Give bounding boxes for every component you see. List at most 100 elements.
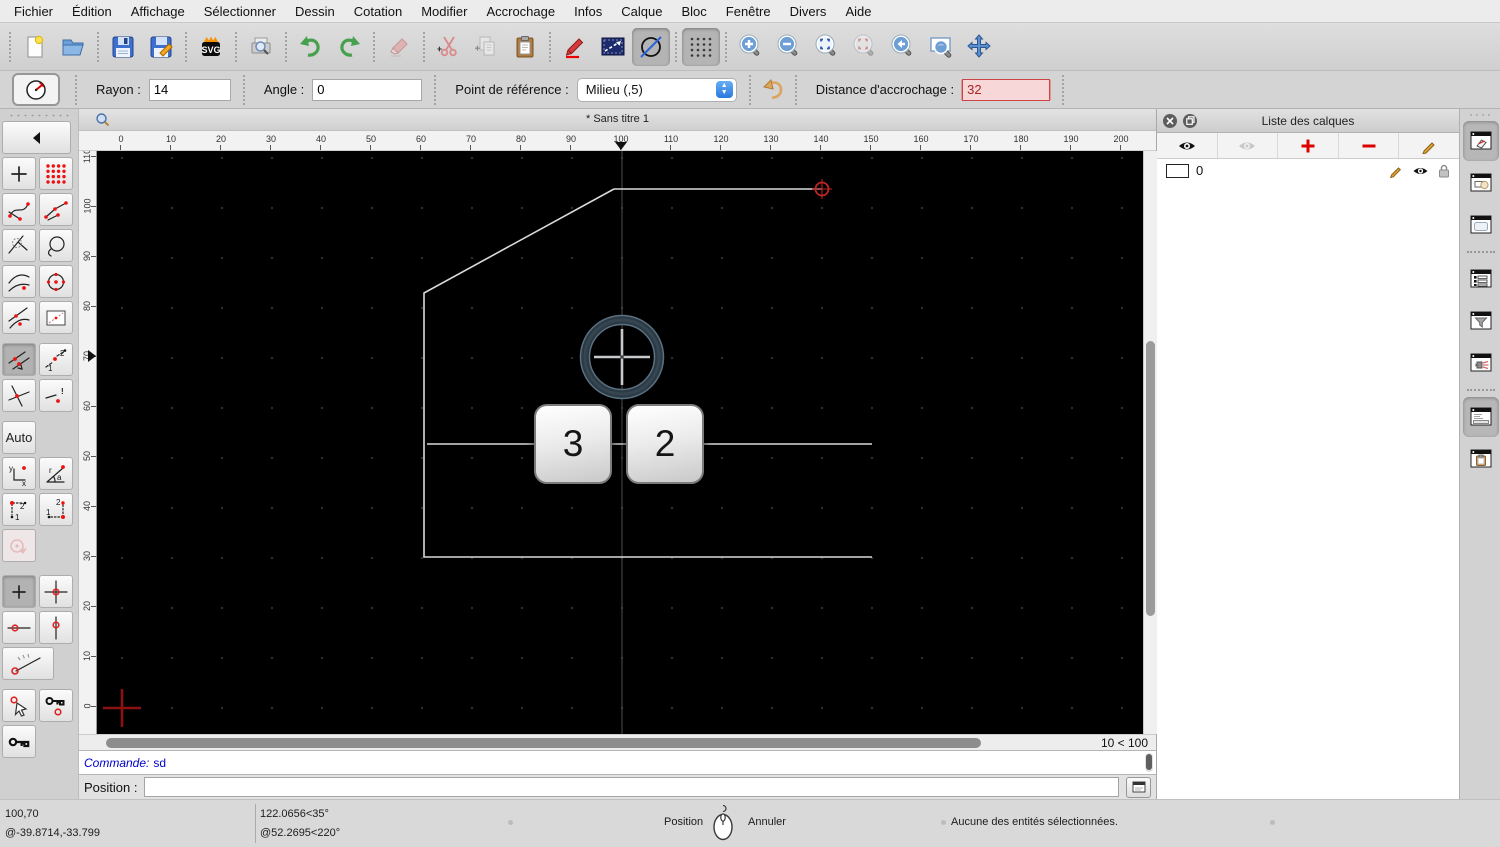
count-badge-3[interactable]: 3	[534, 404, 612, 485]
clipboard-palette-button[interactable]	[1463, 439, 1499, 479]
save-as-button[interactable]	[142, 28, 180, 66]
redo-button[interactable]	[330, 28, 368, 66]
view-light-palette-button[interactable]	[1463, 343, 1499, 383]
layer-color-swatch[interactable]	[1166, 163, 1189, 178]
menu-item[interactable]: Infos	[574, 4, 602, 19]
layers-palette-button[interactable]	[1463, 121, 1499, 161]
pencil-icon[interactable]	[1389, 164, 1403, 178]
collapse-palette-button[interactable]	[2, 121, 71, 154]
blocks-palette-button[interactable]	[1463, 163, 1499, 203]
rayon-input[interactable]	[148, 78, 231, 101]
circle-quadrant-snap-tool[interactable]	[39, 265, 73, 298]
print-preview-button[interactable]	[242, 28, 280, 66]
detach-panel-button[interactable]	[1183, 113, 1197, 128]
filter-palette-button[interactable]	[1463, 301, 1499, 341]
reference-rectangle-tool[interactable]	[39, 301, 73, 334]
perpendicular-snap-tool[interactable]: !	[39, 379, 73, 412]
menu-item[interactable]: Aide	[845, 4, 871, 19]
zoom-out-button[interactable]	[770, 28, 808, 66]
dock-drag-handle[interactable]	[1468, 113, 1494, 117]
grid-points-tool[interactable]	[39, 157, 73, 190]
pan-button[interactable]	[960, 28, 998, 66]
open-file-button[interactable]	[54, 28, 92, 66]
edit-layer-button[interactable]	[1399, 133, 1459, 158]
menu-item[interactable]: Divers	[790, 4, 827, 19]
menu-item[interactable]: Sélectionner	[204, 4, 276, 19]
position-options-button[interactable]	[1126, 776, 1151, 798]
horizontal-scrollbar[interactable]	[79, 735, 1076, 750]
menu-item[interactable]: Modifier	[421, 4, 467, 19]
grid-toggle-button[interactable]	[682, 27, 720, 66]
add-layer-button[interactable]	[1278, 133, 1339, 158]
list-palette-button[interactable]	[1463, 259, 1499, 299]
horizontal-scrollbar-thumb[interactable]	[106, 738, 981, 749]
polar-coords-tool[interactable]: ra	[39, 457, 73, 490]
two-point-reference-tool[interactable]: 12	[39, 343, 73, 376]
copy-button[interactable]	[468, 28, 506, 66]
vertical-scrollbar-thumb[interactable]	[1146, 341, 1155, 617]
reference-point-select[interactable]: Milieu (,5) ▲ ▼	[576, 77, 737, 102]
eye-icon[interactable]	[1412, 165, 1429, 177]
hide-all-layers-button[interactable]	[1218, 133, 1279, 158]
intersection-snap-tool[interactable]	[2, 379, 36, 412]
menu-item[interactable]: Fenêtre	[726, 4, 771, 19]
freehand-select-tool[interactable]	[39, 229, 73, 262]
lock-tool[interactable]	[2, 725, 36, 758]
command-bar[interactable]: Commande: sd	[79, 750, 1156, 776]
snap-distance-input[interactable]	[962, 78, 1051, 101]
save-button[interactable]	[104, 28, 142, 66]
parallel-point-tool[interactable]	[2, 343, 36, 376]
zoom-in-button[interactable]	[732, 28, 770, 66]
rotation-tool-disabled[interactable]	[2, 529, 36, 562]
menu-item[interactable]: Cotation	[354, 4, 402, 19]
angle-input[interactable]	[312, 78, 423, 101]
nearest-point-snap-tool[interactable]	[2, 301, 36, 334]
command-window-button[interactable]	[1463, 397, 1499, 437]
magnifier-icon[interactable]	[95, 112, 110, 127]
draw-pencil-button[interactable]	[556, 28, 594, 66]
vertical-snap-tool[interactable]	[39, 611, 73, 644]
drawing-canvas[interactable]: 3 2	[97, 151, 1143, 735]
command-scrollbar[interactable]	[1145, 753, 1153, 773]
menu-item[interactable]: Fichier	[14, 4, 53, 19]
crosshair-plus-tool[interactable]	[2, 157, 36, 190]
zoom-selection-button[interactable]	[846, 28, 884, 66]
properties-palette-button[interactable]	[1463, 205, 1499, 245]
remove-layer-button[interactable]	[1339, 133, 1400, 158]
zoom-window-button[interactable]	[922, 28, 960, 66]
menu-item[interactable]: Accrochage	[486, 4, 555, 19]
vertical-scrollbar[interactable]	[1143, 151, 1157, 735]
spline-points-tool[interactable]	[2, 193, 36, 226]
relative-points-tool[interactable]: 12	[2, 493, 36, 526]
tangent-snap-tool[interactable]	[2, 229, 36, 262]
menu-item[interactable]: Édition	[72, 4, 112, 19]
cut-button[interactable]	[430, 28, 468, 66]
center-snap-tool[interactable]	[39, 575, 73, 608]
close-panel-button[interactable]	[1163, 113, 1177, 128]
menu-item[interactable]: Calque	[621, 4, 662, 19]
select-entity-snap-tool[interactable]	[2, 689, 36, 722]
plus-snap-tool[interactable]	[2, 575, 36, 608]
svg-export-button[interactable]: SVG	[192, 28, 230, 66]
paste-button[interactable]	[506, 28, 544, 66]
angle-reference-tool[interactable]	[2, 647, 54, 680]
zoom-previous-button[interactable]	[884, 28, 922, 66]
cartesian-coords-tool[interactable]: yx	[2, 457, 36, 490]
position-input[interactable]	[144, 777, 1119, 798]
menu-item[interactable]: Dessin	[295, 4, 335, 19]
layer-row[interactable]: 0	[1157, 159, 1459, 182]
arc-point-snap-tool[interactable]	[2, 265, 36, 298]
menu-item[interactable]: Affichage	[131, 4, 185, 19]
palette-drag-handle[interactable]	[8, 113, 70, 118]
menu-item[interactable]: Bloc	[681, 4, 706, 19]
lock-point-tool[interactable]	[39, 689, 73, 722]
revert-snap-button[interactable]	[756, 74, 790, 106]
horizontal-snap-tool[interactable]	[2, 611, 36, 644]
show-all-layers-button[interactable]	[1157, 133, 1218, 158]
absolute-points-tool[interactable]: 12	[39, 493, 73, 526]
line-properties-button[interactable]	[594, 28, 632, 66]
angle-gauge-button[interactable]	[12, 73, 60, 106]
undo-button[interactable]	[292, 28, 330, 66]
circle-line-button[interactable]	[632, 27, 670, 66]
zoom-extents-button[interactable]	[808, 28, 846, 66]
